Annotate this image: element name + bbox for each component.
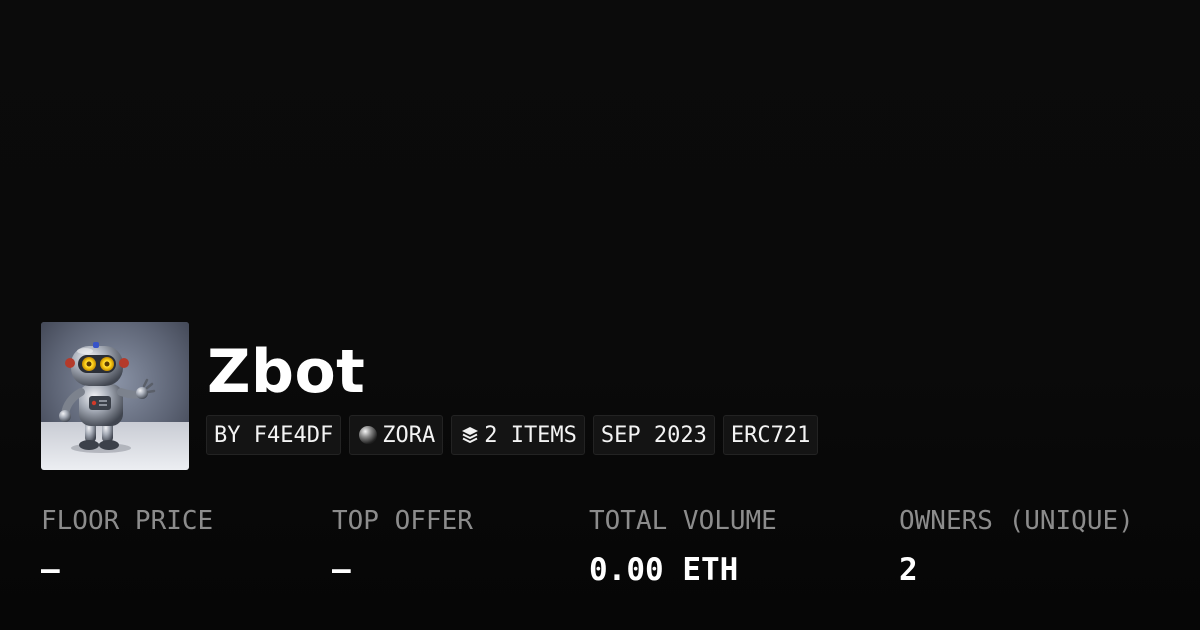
owners-label: OWNERS (UNIQUE) — [899, 506, 1134, 536]
standard-label: ERC721 — [730, 422, 811, 448]
total-volume-label: TOTAL VOLUME — [589, 506, 777, 536]
creator-label: BY F4E4DF — [214, 422, 334, 448]
standard-chip: ERC721 — [722, 415, 819, 455]
layers-icon — [459, 424, 481, 446]
owners-value: 2 — [899, 552, 918, 588]
robot-avatar-image — [41, 322, 189, 470]
date-label: SEP 2023 — [600, 422, 707, 448]
network-chip[interactable]: ZORA — [349, 415, 444, 455]
total-volume-value: 0.00 ETH — [589, 552, 739, 588]
collection-avatar — [41, 322, 189, 470]
owners-stat: OWNERS (UNIQUE) 2 — [899, 500, 1134, 598]
collection-title: Zbot — [207, 337, 366, 407]
floor-price-label: FLOOR PRICE — [41, 506, 214, 536]
creator-chip[interactable]: BY F4E4DF — [206, 415, 342, 455]
total-volume-stat: TOTAL VOLUME 0.00 ETH — [589, 500, 777, 598]
top-offer-stat: TOP OFFER – — [332, 500, 473, 598]
date-chip: SEP 2023 — [592, 415, 715, 455]
network-label: ZORA — [382, 422, 436, 448]
items-label: 2 ITEMS — [484, 422, 577, 448]
collection-card: Zbot BY F4E4DF ZORA 2 ITEMS SEP 2023 ERC… — [0, 0, 1200, 630]
zora-orb-icon — [357, 424, 379, 446]
top-offer-value: – — [332, 552, 351, 588]
collection-stats: FLOOR PRICE – TOP OFFER – TOTAL VOLUME 0… — [0, 500, 1200, 620]
top-offer-label: TOP OFFER — [332, 506, 473, 536]
floor-price-value: – — [41, 552, 60, 588]
floor-price-stat: FLOOR PRICE – — [41, 500, 213, 598]
collection-meta-chips: BY F4E4DF ZORA 2 ITEMS SEP 2023 ERC721 — [206, 415, 819, 455]
items-chip[interactable]: 2 ITEMS — [451, 415, 585, 455]
